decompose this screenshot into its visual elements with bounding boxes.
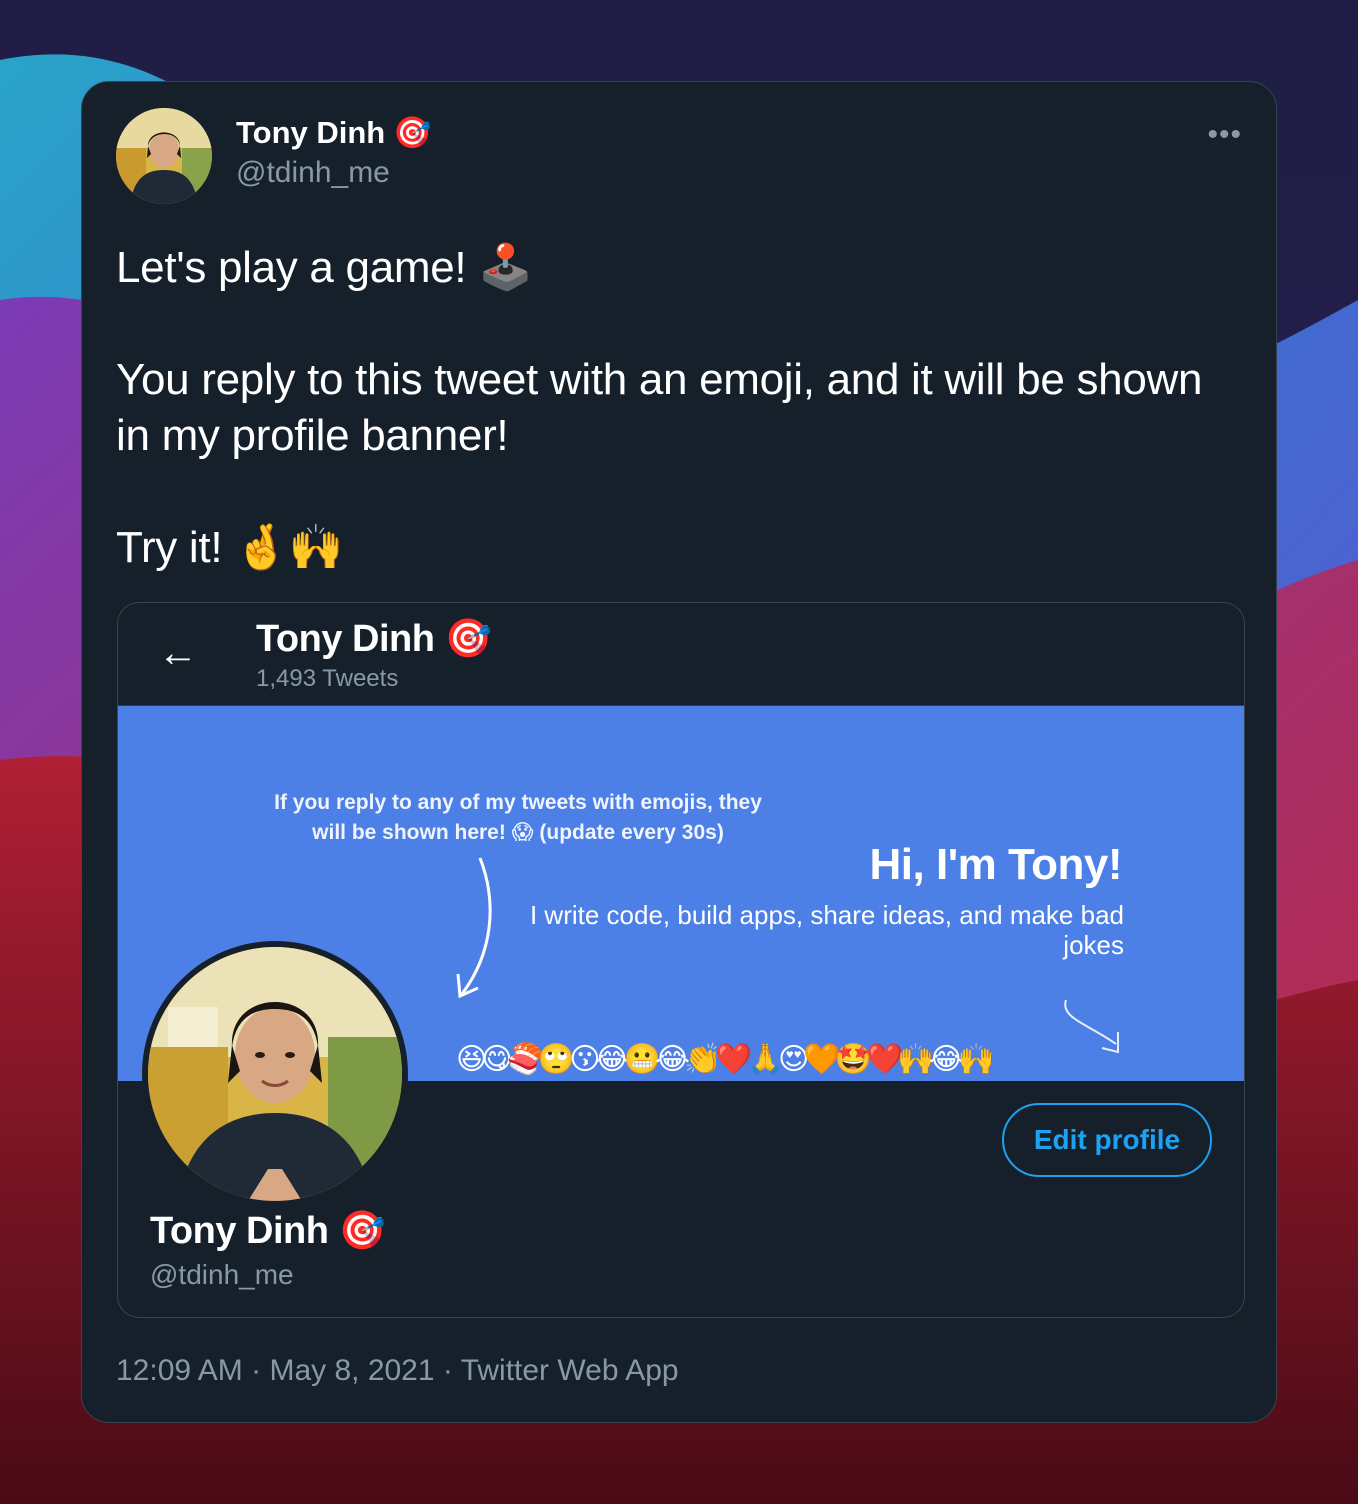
banner-title: Hi, I'm Tony! [869,840,1123,889]
tweet-card: Tony Dinh 🎯 @tdinh_me ••• Let's play a g… [81,81,1277,1423]
separator: · [251,1354,262,1387]
target-icon: 🎯 [338,1210,386,1252]
tweet-line-2: You reply to this tweet with an emoji, a… [116,355,1203,460]
target-icon: 🎯 [393,115,432,150]
author-name[interactable]: Tony Dinh 🎯 [236,114,432,151]
edit-profile-button[interactable]: Edit profile [1002,1103,1212,1177]
curved-arrow-icon [456,857,492,999]
tweet-date[interactable]: May 8, 2021 [269,1354,434,1387]
tweet-count: 1,493 Tweets [256,665,399,692]
more-options-icon[interactable]: ••• [1207,118,1242,152]
author-avatar[interactable] [116,108,212,204]
target-icon: 🎯 [444,618,492,660]
profile-header-name: Tony Dinh 🎯 [256,617,492,661]
banner-emoji-row: 😆😋🍣🙄😗😂😬😂👏❤️🙏😍🧡🤩❤️🙌😂🙌 [456,1043,995,1076]
back-arrow-icon[interactable]: ← [158,631,198,676]
profile-avatar[interactable] [142,941,408,1207]
profile-header-bar: ← Tony Dinh 🎯 1,493 Tweets [118,603,1244,705]
embedded-profile-screenshot[interactable]: ← Tony Dinh 🎯 1,493 Tweets If you reply … [117,602,1245,1318]
profile-handle: @tdinh_me [150,1259,294,1290]
tweet-text: Let's play a game! 🕹️ You reply to this … [116,240,1246,576]
tweet-line-3: Try it! 🤞🙌 [116,523,344,572]
tweet-source[interactable]: Twitter Web App [461,1354,679,1387]
tweet-time[interactable]: 12:09 AM [116,1354,243,1387]
banner-note: If you reply to any of my tweets with em… [274,791,762,844]
separator: · [442,1354,453,1387]
profile-name: Tony Dinh 🎯 [150,1209,386,1253]
tweet-metadata: 12:09 AM · May 8, 2021 · Twitter Web App [116,1354,679,1388]
author-handle[interactable]: @tdinh_me [236,156,390,190]
curved-arrow-icon [1064,999,1119,1054]
banner-subtitle: I write code, build apps, share ideas, a… [529,900,1124,960]
tweet-line-1: Let's play a game! 🕹️ [116,243,533,292]
